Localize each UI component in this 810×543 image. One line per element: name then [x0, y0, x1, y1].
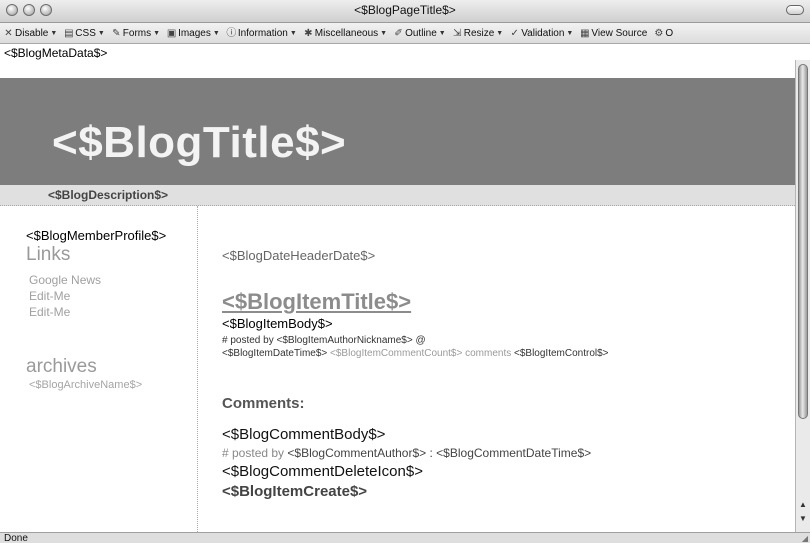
title-bar: <$BlogPageTitle$> — [0, 0, 810, 23]
outline-icon: ✐ — [394, 27, 403, 39]
toolbar-options-menu[interactable]: ⚙ O — [653, 28, 673, 39]
view-source-icon: ▦ — [580, 27, 590, 39]
toolbar-information-menu[interactable]: ⓘ Information ▼ — [226, 27, 297, 39]
dropdown-arrow-icon: ▼ — [438, 29, 446, 37]
status-text: Done — [4, 533, 28, 543]
dropdown-arrow-icon: ▼ — [289, 29, 297, 37]
blog-header: <$BlogTitle$> — [0, 78, 795, 185]
toolbar-miscellaneous-menu[interactable]: ✱ Miscellaneous ▼ — [303, 28, 387, 39]
comments-word[interactable]: comments — [465, 348, 511, 359]
post-datetime-link[interactable]: <$BlogItemDateTime$> — [222, 348, 327, 359]
comment-posted-by-label: # posted by — [222, 446, 285, 460]
description-bar: <$BlogDescription$> — [0, 185, 795, 206]
link-edit-me[interactable]: Edit-Me — [29, 305, 70, 319]
toolbar-css-menu[interactable]: ▤ CSS ▼ — [63, 28, 105, 39]
toolbar-toggle-button[interactable] — [786, 5, 804, 15]
archive-link[interactable]: <$BlogArchiveName$> — [29, 379, 142, 391]
comment-footer: # posted by <$BlogCommentAuthor$> : <$Bl… — [222, 446, 591, 460]
toolbar-view-source-button[interactable]: ▦ View Source — [579, 28, 647, 39]
misc-icon: ✱ — [304, 27, 313, 39]
comment-author: <$BlogCommentAuthor$> — [287, 446, 427, 460]
sidebar: <$BlogMemberProfile$> Links Google News … — [0, 206, 198, 532]
dropdown-arrow-icon: ▼ — [566, 29, 574, 37]
toolbar-resize-menu[interactable]: ⇲ Resize ▼ — [452, 27, 504, 39]
blog-description: <$BlogDescription$> — [48, 188, 169, 202]
post-control[interactable]: <$BlogItemControl$> — [514, 348, 609, 359]
resize-icon: ⇲ — [453, 27, 462, 39]
post-footer: # posted by <$BlogItemAuthorNickname$> @… — [222, 334, 609, 360]
dropdown-arrow-icon: ▼ — [380, 29, 388, 37]
info-icon: ⓘ — [226, 27, 237, 39]
scrollbar-thumb[interactable] — [798, 64, 808, 419]
link-google-news[interactable]: Google News — [29, 273, 101, 287]
x-icon: ✕ — [4, 27, 13, 39]
images-icon: ▣ — [166, 27, 177, 39]
comments-heading: Comments: — [222, 395, 305, 412]
forms-icon: ✎ — [112, 27, 121, 39]
post-body: <$BlogItemBody$> — [222, 316, 333, 331]
validation-icon: ✓ — [510, 27, 519, 39]
page-viewport: <$BlogTitle$> <$BlogDescription$> <$Blog… — [0, 60, 795, 532]
member-profile: <$BlogMemberProfile$> — [26, 228, 167, 243]
comment-separator: : — [429, 446, 433, 460]
links-heading: Links — [26, 244, 71, 265]
dropdown-arrow-icon: ▼ — [50, 29, 58, 37]
toolbar-images-menu[interactable]: ▣ Images ▼ — [166, 28, 220, 39]
link-edit-me[interactable]: Edit-Me — [29, 289, 70, 303]
dropdown-arrow-icon: ▼ — [153, 29, 161, 37]
post-author: <$BlogItemAuthorNickname$> — [276, 335, 413, 346]
comment-count-link[interactable]: <$BlogItemCommentCount$> — [330, 348, 462, 359]
scroll-down-arrow-icon[interactable]: ▼ — [799, 514, 807, 523]
date-header: <$BlogDateHeaderDate$> — [222, 248, 376, 263]
comment-datetime: <$BlogCommentDateTime$> — [436, 446, 592, 460]
toolbar-outline-menu[interactable]: ✐ Outline ▼ — [393, 27, 446, 39]
posted-by-label: # posted by — [222, 335, 274, 346]
toolbar-forms-menu[interactable]: ✎ Forms ▼ — [111, 28, 160, 39]
post-create-link[interactable]: <$BlogItemCreate$> — [222, 483, 367, 500]
comment-body: <$BlogCommentBody$> — [222, 426, 386, 443]
dropdown-arrow-icon: ▼ — [97, 29, 105, 37]
web-developer-toolbar: ✕ Disable ▼ ▤ CSS ▼ ✎ Forms ▼ ▣ Images ▼ ⓘ I… — [0, 23, 810, 44]
browser-window: <$BlogPageTitle$> ✕ Disable ▼ ▤ CSS ▼ ✎ Fo… — [0, 0, 810, 543]
dropdown-arrow-icon: ▼ — [212, 29, 220, 37]
window-title: <$BlogPageTitle$> — [354, 3, 456, 17]
toolbar-validation-menu[interactable]: ✓ Validation ▼ — [509, 27, 574, 39]
resize-grip-icon[interactable]: ◢ — [802, 534, 808, 543]
archives-heading: archives — [26, 356, 97, 377]
status-bar: Done ◢ — [0, 532, 810, 543]
options-icon: ⚙ — [654, 27, 664, 39]
comment-delete-icon[interactable]: <$BlogCommentDeleteIcon$> — [222, 463, 423, 480]
blog-meta-data: <$BlogMetaData$> — [4, 46, 108, 60]
post-title-link[interactable]: <$BlogItemTitle$> — [222, 289, 411, 315]
vertical-scrollbar[interactable]: ▲ ▼ — [795, 60, 810, 532]
dropdown-arrow-icon: ▼ — [496, 29, 504, 37]
toolbar-disable-menu[interactable]: ✕ Disable ▼ — [3, 28, 57, 39]
scroll-up-arrow-icon[interactable]: ▲ — [799, 500, 807, 509]
blog-title[interactable]: <$BlogTitle$> — [52, 118, 346, 168]
css-icon: ▤ — [64, 27, 74, 39]
at-sign: @ — [415, 335, 426, 346]
